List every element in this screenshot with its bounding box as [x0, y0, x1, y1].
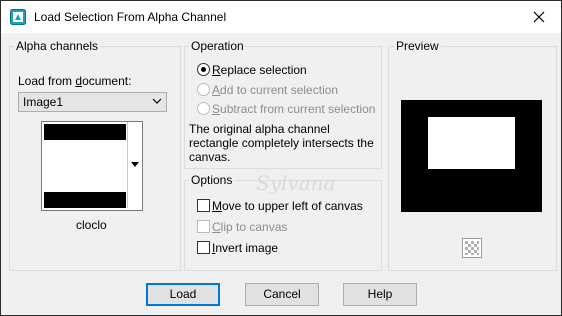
transparency-checker-icon[interactable] — [462, 238, 482, 258]
radio-selected-dot — [201, 67, 206, 72]
clip-to-canvas-checkbox[interactable] — [197, 220, 210, 233]
close-button[interactable] — [517, 1, 561, 33]
close-icon — [533, 11, 545, 23]
operation-info-line-2: rectangle completely intersects the — [189, 136, 374, 150]
options-title: Options — [189, 173, 235, 187]
thumbnail-top-bar — [44, 124, 126, 140]
document-select[interactable]: Image1 — [18, 92, 167, 112]
thumbnail-bottom-bar — [44, 192, 126, 208]
clip-to-canvas-label[interactable]: Clip to canvas — [212, 220, 287, 234]
preview-selection-area — [428, 117, 515, 169]
invert-image-label[interactable]: Invert image — [212, 241, 278, 255]
document-select-value: Image1 — [23, 95, 64, 109]
invert-image-checkbox[interactable] — [197, 241, 210, 254]
operation-info-line-1: The original alpha channel — [189, 122, 330, 136]
subtract-from-selection-label[interactable]: Subtract from current selection — [212, 102, 375, 116]
preview-canvas — [401, 100, 542, 212]
add-to-selection-label[interactable]: Add to current selection — [212, 83, 338, 97]
operation-title: Operation — [189, 39, 246, 53]
channel-name: cloclo — [76, 218, 107, 232]
thumbnail-dropdown-button[interactable] — [127, 122, 142, 208]
watermark-signature: Sylvana — [256, 171, 336, 195]
title-bar[interactable]: Load Selection From Alpha Channel — [1, 1, 561, 33]
checkerboard-icon — [463, 239, 481, 257]
subtract-from-selection-radio[interactable] — [197, 102, 210, 115]
window-title: Load Selection From Alpha Channel — [34, 10, 227, 24]
channel-thumbnail-dropdown[interactable] — [41, 121, 143, 211]
replace-selection-label[interactable]: Replace selection — [212, 63, 307, 77]
add-to-selection-radio[interactable] — [197, 83, 210, 96]
app-icon — [10, 9, 26, 25]
move-to-upper-left-label[interactable]: Move to upper left of canvas — [212, 199, 363, 213]
preview-title: Preview — [394, 39, 441, 53]
alpha-channels-title: Alpha channels — [14, 39, 101, 53]
move-to-upper-left-checkbox[interactable] — [197, 199, 210, 212]
replace-selection-radio[interactable] — [197, 63, 210, 76]
triangle-down-icon — [131, 162, 139, 167]
load-button[interactable]: Load — [146, 283, 220, 306]
operation-info-line-3: canvas. — [189, 150, 231, 164]
cancel-button[interactable]: Cancel — [245, 283, 319, 306]
load-from-document-label: Load from document: — [18, 74, 132, 88]
chevron-down-icon — [152, 98, 162, 104]
help-button[interactable]: Help — [343, 283, 417, 306]
dialog-window: Load Selection From Alpha Channel Alpha … — [0, 0, 562, 316]
